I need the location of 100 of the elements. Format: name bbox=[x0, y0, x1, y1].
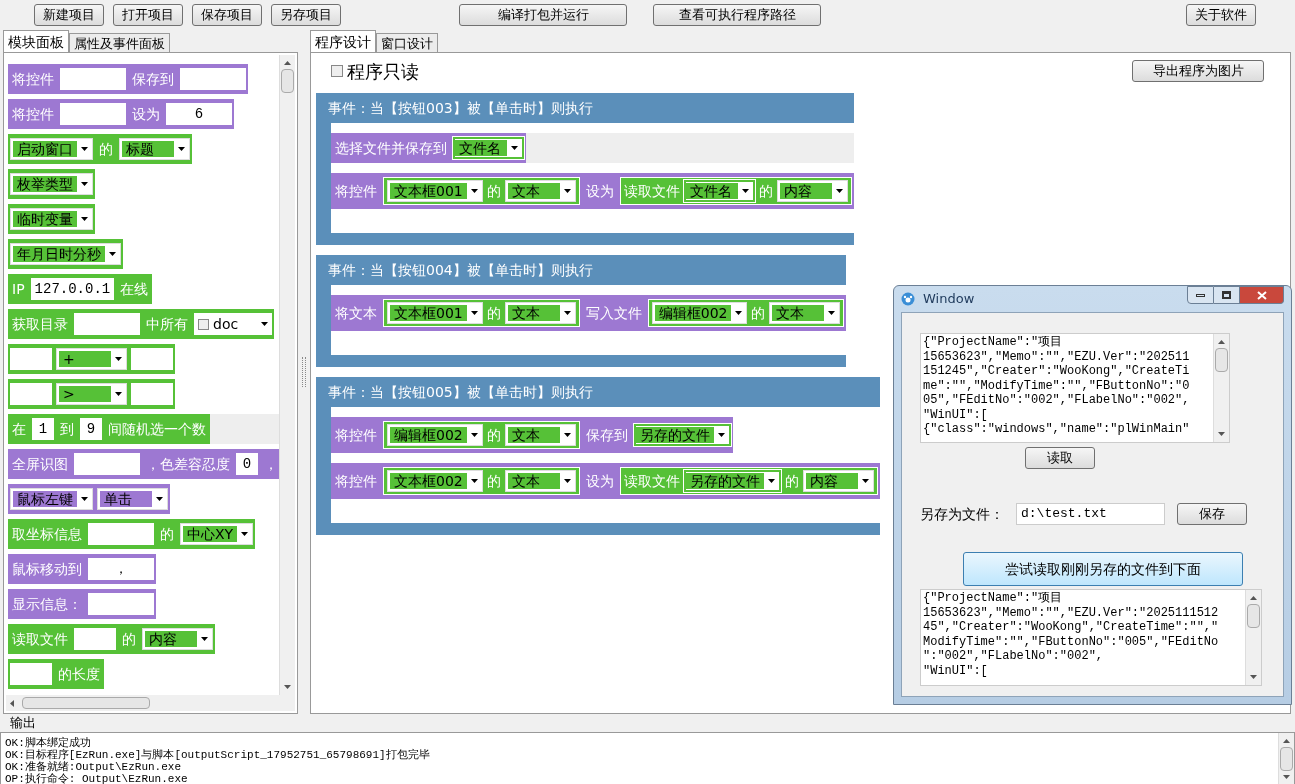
code-block[interactable]: 将控件 设为 6 bbox=[8, 99, 234, 129]
input-field[interactable] bbox=[88, 523, 154, 545]
code-block[interactable]: 启动窗口 的 标题 bbox=[8, 134, 192, 164]
dropdown[interactable]: 文件名 bbox=[683, 180, 755, 202]
code-block[interactable]: 鼠标移动到 ， bbox=[8, 554, 156, 584]
toolbar-button[interactable]: 新建项目 bbox=[34, 4, 104, 26]
tab[interactable]: 程序设计 bbox=[310, 30, 376, 52]
input-field[interactable] bbox=[10, 348, 52, 370]
scroll-down-icon[interactable] bbox=[1218, 432, 1225, 436]
scrollbar[interactable] bbox=[1213, 334, 1229, 442]
read-button[interactable]: 读取 bbox=[1025, 447, 1095, 469]
code-block[interactable]: 将控件 文本框002 的 文本 设为 读取文件 另存的文件 的 内容 bbox=[331, 463, 880, 499]
code-block[interactable]: 将文本 文本框001 的 文本 写入文件 编辑框002 的 文本 bbox=[331, 295, 847, 331]
input-field[interactable]: 9 bbox=[80, 418, 102, 440]
input-field[interactable]: 6 bbox=[166, 103, 232, 125]
checkbox[interactable] bbox=[198, 318, 209, 330]
dropdown[interactable]: 编辑框002 bbox=[651, 302, 748, 324]
code-block[interactable]: > bbox=[8, 379, 175, 409]
scroll-thumb[interactable] bbox=[1215, 348, 1228, 372]
input-field[interactable] bbox=[180, 68, 246, 90]
save-button[interactable]: 保存 bbox=[1177, 503, 1247, 525]
code-block[interactable]: 鼠标左键 单击 bbox=[8, 484, 170, 514]
maximize-button[interactable] bbox=[1214, 286, 1240, 304]
input-field[interactable] bbox=[74, 628, 116, 650]
dropdown[interactable]: doc bbox=[194, 313, 272, 335]
dropdown[interactable]: 编辑框002 bbox=[387, 424, 483, 446]
export-button[interactable]: 导出程序为图片 bbox=[1132, 60, 1264, 82]
input-field[interactable]: 1 bbox=[32, 418, 54, 440]
scrollbar[interactable] bbox=[1245, 590, 1261, 685]
input-field[interactable] bbox=[10, 663, 52, 685]
dropdown[interactable]: > bbox=[56, 383, 127, 405]
scroll-thumb[interactable] bbox=[1247, 604, 1260, 628]
scrollbar[interactable] bbox=[279, 55, 295, 695]
code-block[interactable]: 全屏识图 ，色差容忍度 0 ， bbox=[8, 449, 279, 479]
dropdown[interactable]: 内容 bbox=[802, 470, 874, 492]
text-area[interactable] bbox=[920, 333, 1230, 443]
dropdown[interactable]: 鼠标左键 bbox=[10, 488, 93, 510]
input-field[interactable]: 127.0.0.1 bbox=[30, 278, 115, 300]
dropdown[interactable]: 文本框002 bbox=[387, 470, 483, 492]
tab[interactable]: 窗口设计 bbox=[376, 33, 438, 52]
dropdown[interactable]: 单击 bbox=[97, 488, 168, 510]
input-field[interactable] bbox=[131, 348, 173, 370]
code-block[interactable]: 将控件 编辑框002 的 文本 保存到 另存的文件 bbox=[331, 417, 733, 453]
dropdown[interactable]: 启动窗口 bbox=[10, 138, 93, 160]
dropdown[interactable]: 文件名 bbox=[453, 137, 524, 159]
scroll-up-icon[interactable] bbox=[284, 61, 291, 65]
toolbar-button[interactable]: 查看可执行程序路径 bbox=[653, 4, 821, 26]
tab[interactable]: 属性及事件面板 bbox=[69, 33, 170, 52]
code-block[interactable]: 读取文件 的 内容 bbox=[8, 624, 215, 654]
input-field[interactable] bbox=[88, 593, 154, 615]
scroll-left-icon[interactable] bbox=[10, 699, 14, 707]
input-field[interactable] bbox=[10, 383, 52, 405]
input-field[interactable] bbox=[74, 313, 140, 335]
code-block[interactable]: 获取目录 中所有 doc bbox=[8, 309, 274, 339]
code-block[interactable]: + bbox=[8, 344, 175, 374]
scroll-down-icon[interactable] bbox=[1283, 775, 1290, 779]
scrollbar[interactable] bbox=[1278, 733, 1294, 784]
close-button[interactable] bbox=[1240, 286, 1284, 304]
tab[interactable]: 模块面板 bbox=[3, 30, 69, 52]
scroll-up-icon[interactable] bbox=[1283, 739, 1290, 743]
about-button[interactable]: 关于软件 bbox=[1186, 4, 1256, 26]
input-field[interactable]: d:\test.txt bbox=[1016, 503, 1165, 525]
input-field[interactable]: ， bbox=[88, 558, 154, 580]
dropdown[interactable]: 文本 bbox=[504, 302, 576, 324]
scroll-down-icon[interactable] bbox=[284, 685, 291, 689]
try-read-button[interactable]: 尝试读取刚刚另存的文件到下面 bbox=[963, 552, 1243, 586]
input-field[interactable] bbox=[131, 383, 173, 405]
toolbar-button[interactable]: 保存项目 bbox=[192, 4, 262, 26]
dropdown[interactable]: 文本 bbox=[504, 180, 576, 202]
input-field[interactable] bbox=[60, 103, 126, 125]
code-block[interactable]: 取坐标信息 的 中心XY bbox=[8, 519, 256, 549]
code-block[interactable]: IP 127.0.0.1 在线 bbox=[8, 274, 153, 304]
dropdown[interactable]: 文本 bbox=[769, 302, 841, 324]
dropdown[interactable]: 另存的文件 bbox=[633, 424, 731, 446]
toolbar-button[interactable]: 另存项目 bbox=[271, 4, 341, 26]
code-block[interactable]: 在 1 到 9 间随机选一个数 bbox=[8, 414, 210, 444]
dropdown[interactable]: 文本 bbox=[504, 470, 576, 492]
dropdown[interactable]: 另存的文件 bbox=[683, 470, 781, 492]
scroll-thumb[interactable] bbox=[281, 69, 294, 93]
dropdown[interactable]: 标题 bbox=[119, 138, 190, 160]
dropdown[interactable]: 文本 bbox=[504, 424, 576, 446]
scroll-thumb[interactable] bbox=[22, 697, 150, 709]
checkbox[interactable] bbox=[331, 65, 343, 77]
scroll-down-icon[interactable] bbox=[1250, 675, 1257, 679]
minimize-button[interactable] bbox=[1187, 286, 1214, 304]
dropdown[interactable]: 文本框001 bbox=[387, 302, 483, 324]
dropdown[interactable]: 中心XY bbox=[180, 523, 254, 545]
dropdown[interactable]: 文本框001 bbox=[387, 180, 483, 202]
toolbar-button[interactable]: 打开项目 bbox=[113, 4, 183, 26]
scroll-up-icon[interactable] bbox=[1218, 340, 1225, 344]
code-block[interactable]: 将控件 文本框001 的 文本 设为 读取文件 文件名 的 内容 bbox=[331, 173, 854, 209]
toolbar-button[interactable]: 编译打包并运行 bbox=[459, 4, 627, 26]
input-field[interactable] bbox=[74, 453, 140, 475]
scroll-up-icon[interactable] bbox=[1250, 596, 1257, 600]
dropdown[interactable]: + bbox=[56, 348, 127, 370]
scroll-thumb[interactable] bbox=[1280, 747, 1293, 771]
code-block[interactable]: 选择文件并保存到 文件名 bbox=[331, 133, 526, 163]
scrollbar[interactable] bbox=[6, 695, 295, 711]
input-field[interactable] bbox=[60, 68, 126, 90]
input-field[interactable]: 0 bbox=[236, 453, 258, 475]
